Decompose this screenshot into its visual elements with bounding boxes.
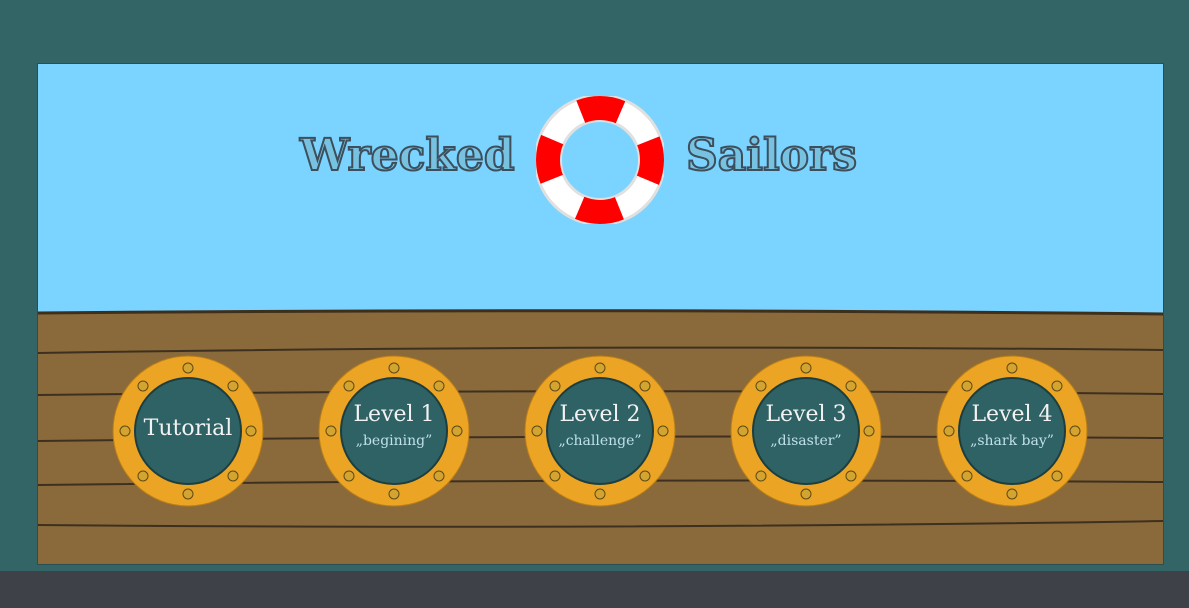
level-label: Level 3 (765, 402, 847, 427)
level-label: Tutorial (143, 416, 233, 441)
title-wrecked: Wrecked (299, 130, 516, 181)
level-button-tutorial[interactable]: Tutorial (111, 354, 265, 508)
level-subtitle: „disaster” (770, 433, 842, 449)
level-button-3[interactable]: Level 3 „disaster” (729, 354, 883, 508)
porthole-frame-icon (524, 355, 676, 507)
porthole-frame-icon (318, 355, 470, 507)
level-button-1[interactable]: Level 1 „begining” (317, 354, 471, 508)
level-button-4[interactable]: Level 4 „shark bay” (935, 354, 1089, 508)
level-subtitle: „shark bay” (970, 433, 1054, 449)
lifebuoy-icon (536, 96, 664, 224)
level-subtitle: „begining” (355, 433, 433, 449)
page: Wrecked Sailors Tutorial Level 1 „begini… (0, 0, 1189, 608)
level-subtitle: „challenge” (558, 433, 642, 449)
level-button-2[interactable]: Level 2 „challenge” (523, 354, 677, 508)
porthole-frame-icon (730, 355, 882, 507)
game-canvas: Wrecked Sailors Tutorial Level 1 „begini… (37, 63, 1164, 565)
porthole-frame-icon (936, 355, 1088, 507)
level-label: Level 2 (559, 402, 641, 427)
title-sailors: Sailors (685, 130, 858, 181)
bottom-bar (0, 571, 1189, 608)
level-label: Level 4 (971, 402, 1053, 427)
level-label: Level 1 (353, 402, 435, 427)
